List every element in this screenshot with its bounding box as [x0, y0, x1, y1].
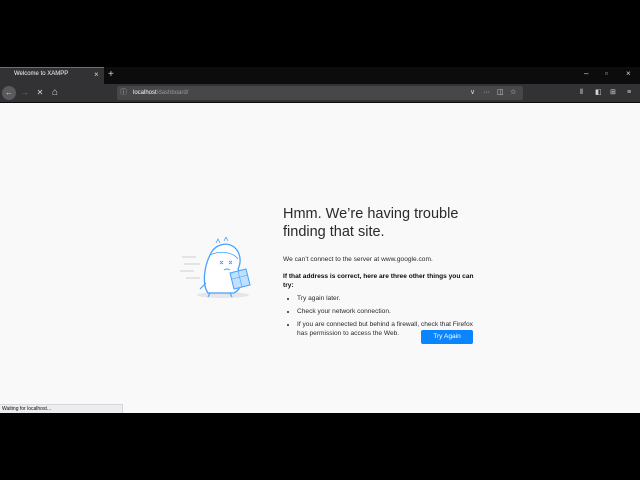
- error-subtitle: If that address is correct, here are thr…: [283, 273, 474, 289]
- info-icon[interactable]: ⓘ: [120, 87, 127, 99]
- url-dropdown-icon[interactable]: ∨: [470, 87, 475, 99]
- sidebar-icon[interactable]: ◧: [595, 87, 602, 99]
- error-panel: Hmm. We’re having trouble finding that s…: [283, 205, 483, 342]
- suggestion-item: Try again later.: [297, 294, 477, 303]
- tab-close-icon[interactable]: ×: [94, 70, 99, 80]
- forward-arrow-icon[interactable]: →: [18, 86, 32, 100]
- dino-illustration-icon: [180, 237, 251, 298]
- browser-window: Welcome to XAMPP × + – ▫ × ← → ✕ ⌂ ⓘ loc…: [0, 67, 640, 413]
- maximize-icon[interactable]: ▫: [605, 69, 608, 79]
- home-icon[interactable]: ⌂: [48, 86, 62, 100]
- url-path: /dashboard/: [156, 90, 189, 96]
- try-again-button[interactable]: Try Again: [421, 330, 473, 344]
- navigation-bar: ← → ✕ ⌂ ⓘ localhost/dashboard/ ∨ ··· ◫ ☆…: [0, 84, 640, 103]
- status-bar: Waiting for localhost…: [0, 404, 123, 413]
- url-bar[interactable]: ⓘ localhost/dashboard/ ∨ ··· ◫ ☆: [117, 86, 523, 100]
- pocket-icon[interactable]: ◫: [497, 87, 504, 99]
- letterbox-top: [0, 0, 640, 67]
- letterbox-bottom: [0, 413, 640, 480]
- stop-icon[interactable]: ✕: [33, 86, 47, 100]
- page-actions-icon[interactable]: ···: [483, 87, 490, 99]
- tab-strip: Welcome to XAMPP × + – ▫ ×: [0, 67, 640, 84]
- minimize-icon[interactable]: –: [584, 69, 588, 79]
- url-text[interactable]: localhost/dashboard/: [133, 88, 188, 98]
- suggestion-item: Check your network connection.: [297, 307, 477, 316]
- hamburger-menu-icon[interactable]: ≡: [627, 87, 631, 99]
- library-icon[interactable]: ⫴: [580, 87, 583, 99]
- page-content: Hmm. We’re having trouble finding that s…: [0, 103, 640, 413]
- url-host: localhost: [133, 90, 157, 96]
- tab-title: Welcome to XAMPP: [14, 71, 69, 77]
- status-text: Waiting for localhost…: [2, 406, 52, 412]
- new-tab-icon[interactable]: +: [108, 67, 114, 82]
- tab-welcome-xampp[interactable]: Welcome to XAMPP ×: [0, 67, 104, 84]
- back-arrow-icon[interactable]: ←: [2, 86, 16, 100]
- extensions-icon[interactable]: ⊞: [610, 87, 616, 99]
- error-title: Hmm. We’re having trouble finding that s…: [283, 206, 459, 240]
- bookmark-star-icon[interactable]: ☆: [510, 87, 516, 99]
- close-window-icon[interactable]: ×: [626, 69, 631, 79]
- error-message: We can’t connect to the server at www.go…: [283, 256, 433, 263]
